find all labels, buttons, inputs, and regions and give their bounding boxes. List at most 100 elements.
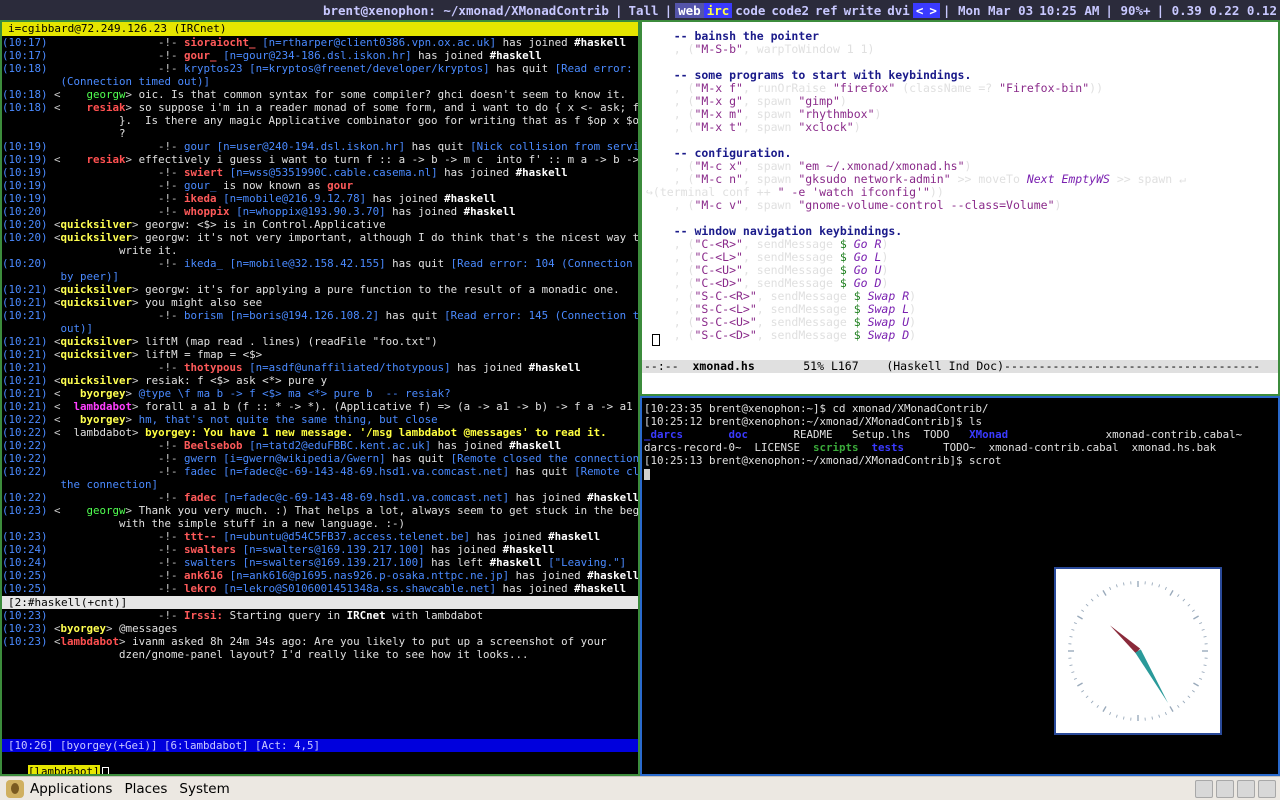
- workspace-ref[interactable]: ref: [812, 3, 841, 18]
- code-line-segment: "M-S-b": [694, 43, 743, 56]
- text-cursor: [101, 766, 109, 774]
- code-line-segment: ): [881, 264, 889, 277]
- irc-query-log: (10:23) -!- Irssi: Starting query in IRC…: [2, 609, 638, 661]
- clock-tick: [1096, 704, 1099, 708]
- workspace-code2[interactable]: code2: [768, 3, 812, 18]
- clock-tick: [1073, 677, 1077, 680]
- xclock-window[interactable]: [1054, 567, 1222, 735]
- irc-line-segment: (10:21): [2, 348, 48, 361]
- irc-line-segment: byorgey: [80, 387, 126, 400]
- irc-line-segment: so suppose i'm in a reader monad of some…: [138, 101, 638, 114]
- clock-tick: [1193, 682, 1199, 687]
- code-line-segment: "M-c n": [694, 173, 743, 186]
- applications-menu[interactable]: Applications: [0, 778, 118, 800]
- window-title: brent@xenophon: ~/xmonad/XMonadContrib: [322, 2, 609, 18]
- clock-tick: [1187, 603, 1191, 607]
- irc-line-segment: [n=lekro@S0106001451348a.ss.shawcable.ne…: [216, 582, 497, 595]
- code-line-segment: Go D: [846, 277, 882, 290]
- prev-workspace-button[interactable]: <: [912, 2, 927, 18]
- irc-line-segment: (10:19): [2, 192, 48, 205]
- irc-line-segment: is now known as: [216, 179, 328, 192]
- emacs-window[interactable]: -- bainsh the pointer , ("M-S-b", warpTo…: [640, 20, 1280, 396]
- irc-line: (10:20) -!- ikeda_ [n=mobile@32.158.42.1…: [2, 257, 638, 270]
- irc-line-segment: (10:19): [2, 140, 48, 153]
- irc-line-segment: #haskell: [528, 361, 581, 374]
- irc-line-segment: lambdabot: [73, 426, 133, 439]
- workspace-write[interactable]: write: [841, 3, 885, 18]
- code-buffer[interactable]: -- bainsh the pointer , ("M-S-b", warpTo…: [642, 30, 1278, 342]
- clock-tick: [1085, 695, 1089, 699]
- code-line-segment: , sendMessage: [742, 251, 840, 264]
- irc-line-segment: hm, that's not quite the same thing, but…: [138, 413, 438, 426]
- terminal-line-segment: [10:25:13 brent@xenophon:~/xmonad/XMonad…: [644, 454, 1002, 467]
- irc-line-segment: effectively i guess i want to turn f :: …: [138, 153, 638, 166]
- system-menu[interactable]: System: [173, 778, 235, 800]
- irc-line-segment: (10:25): [2, 582, 48, 595]
- code-line-segment: , sendMessage: [756, 290, 854, 303]
- irc-line: out)]: [2, 322, 638, 335]
- irc-line-segment: [48, 205, 159, 218]
- workspace-dvi[interactable]: dvi: [884, 3, 913, 18]
- irc-line-segment: swiert: [184, 166, 224, 179]
- clock-tick: [1077, 615, 1083, 620]
- code-line-segment: , (: [646, 160, 695, 173]
- irc-line-segment: [Remote closed the connection]: [450, 452, 638, 465]
- next-workspace-button[interactable]: >: [926, 2, 940, 18]
- irc-line-segment: [2, 75, 61, 88]
- terminal-prompt-line[interactable]: [644, 467, 1274, 480]
- code-line-segment: "M-c x": [694, 160, 743, 173]
- irc-line-segment: >: [132, 296, 146, 309]
- irc-line-segment: (10:21): [2, 361, 48, 374]
- terminal-line: [10:23:35 brent@xenophon:~]$ cd xmonad/X…: [644, 402, 1274, 415]
- network-icon[interactable]: [1195, 779, 1213, 798]
- irc-line-segment: you might also see: [145, 296, 263, 309]
- irc-line-segment: [48, 192, 159, 205]
- irc-input-line[interactable]: [lambdabot]: [2, 752, 638, 774]
- irc-line-segment: <: [47, 283, 61, 296]
- irc-line-segment: quicksilver: [60, 218, 133, 231]
- irc-line-segment: >: [132, 374, 146, 387]
- irc-line-segment: -!-: [158, 309, 185, 322]
- volume-icon[interactable]: [1216, 779, 1234, 798]
- code-line: , ("M-x t", spawn "xclock"): [642, 121, 1278, 134]
- irc-line-segment: dzen/gnome-panel layout? I'd really like…: [119, 648, 529, 661]
- irc-line-segment: ikeda_: [184, 257, 224, 270]
- workspace-irc[interactable]: irc: [703, 2, 733, 18]
- clock-tick: [1109, 586, 1112, 590]
- irc-line: (10:23) <lambdabot> ivanm asked 8h 24m 3…: [2, 635, 638, 648]
- irc-line-segment: -!-: [158, 192, 185, 205]
- terminal-line-segment: [10:23:35 brent@xenophon:~]$ cd xmonad/X…: [644, 402, 989, 415]
- irc-line-segment: byorgey: [60, 622, 107, 635]
- code-line-segment: , spawn: [742, 173, 799, 186]
- code-line-segment: -- window navigation keybindings.: [646, 225, 903, 238]
- irc-line-segment: >: [132, 348, 146, 361]
- code-line-segment: Go R: [846, 238, 882, 251]
- irc-line: (10:23) < georgw> Thank you very much. :…: [2, 504, 638, 517]
- irc-line-segment: with the simple stuff in a new language.…: [119, 517, 406, 530]
- irc-line-segment: [n=mobile@32.158.42.155]: [223, 257, 386, 270]
- irc-line-segment: [48, 257, 159, 270]
- irc-line-segment: (10:24): [2, 543, 48, 556]
- irc-line-segment: (10:23): [2, 504, 48, 517]
- irc-line-segment: resiak: f <$> ask <*> pure y: [145, 374, 328, 387]
- code-line-segment: , warpToWindow 1 1): [742, 43, 875, 56]
- workspace-web[interactable]: web: [675, 2, 704, 18]
- code-line: , ("C-<R>", sendMessage $ Go R): [642, 238, 1278, 251]
- keyboard-icon[interactable]: [1258, 779, 1276, 798]
- irc-line-segment: (10:18): [2, 101, 48, 114]
- battery: | 90%+: [1105, 2, 1151, 18]
- irc-line-segment: (10:21): [2, 283, 48, 296]
- irssi-window[interactable]: i=cgibbard@72.249.126.23 (IRCnet) (10:17…: [0, 20, 640, 776]
- irc-line-segment: has joined: [411, 49, 490, 62]
- code-line-segment: ): [881, 251, 889, 264]
- load-average: | 0.39 0.22 0.12: [1156, 2, 1277, 18]
- clock-tick: [1090, 598, 1094, 602]
- irc-line: }. Is there any magic Applicative combin…: [2, 114, 638, 127]
- code-line: , ("M-c v", spawn "gnome-volume-control …: [642, 199, 1278, 212]
- irc-line-segment: ivanm asked 8h 24m 34s ago: Are you like…: [132, 635, 607, 648]
- workspace-code[interactable]: code: [732, 3, 768, 18]
- places-menu[interactable]: Places: [118, 778, 173, 800]
- irc-line-segment: (10:18): [2, 62, 48, 75]
- irc-line-segment: (10:20): [2, 257, 48, 270]
- battery-icon[interactable]: [1237, 779, 1255, 798]
